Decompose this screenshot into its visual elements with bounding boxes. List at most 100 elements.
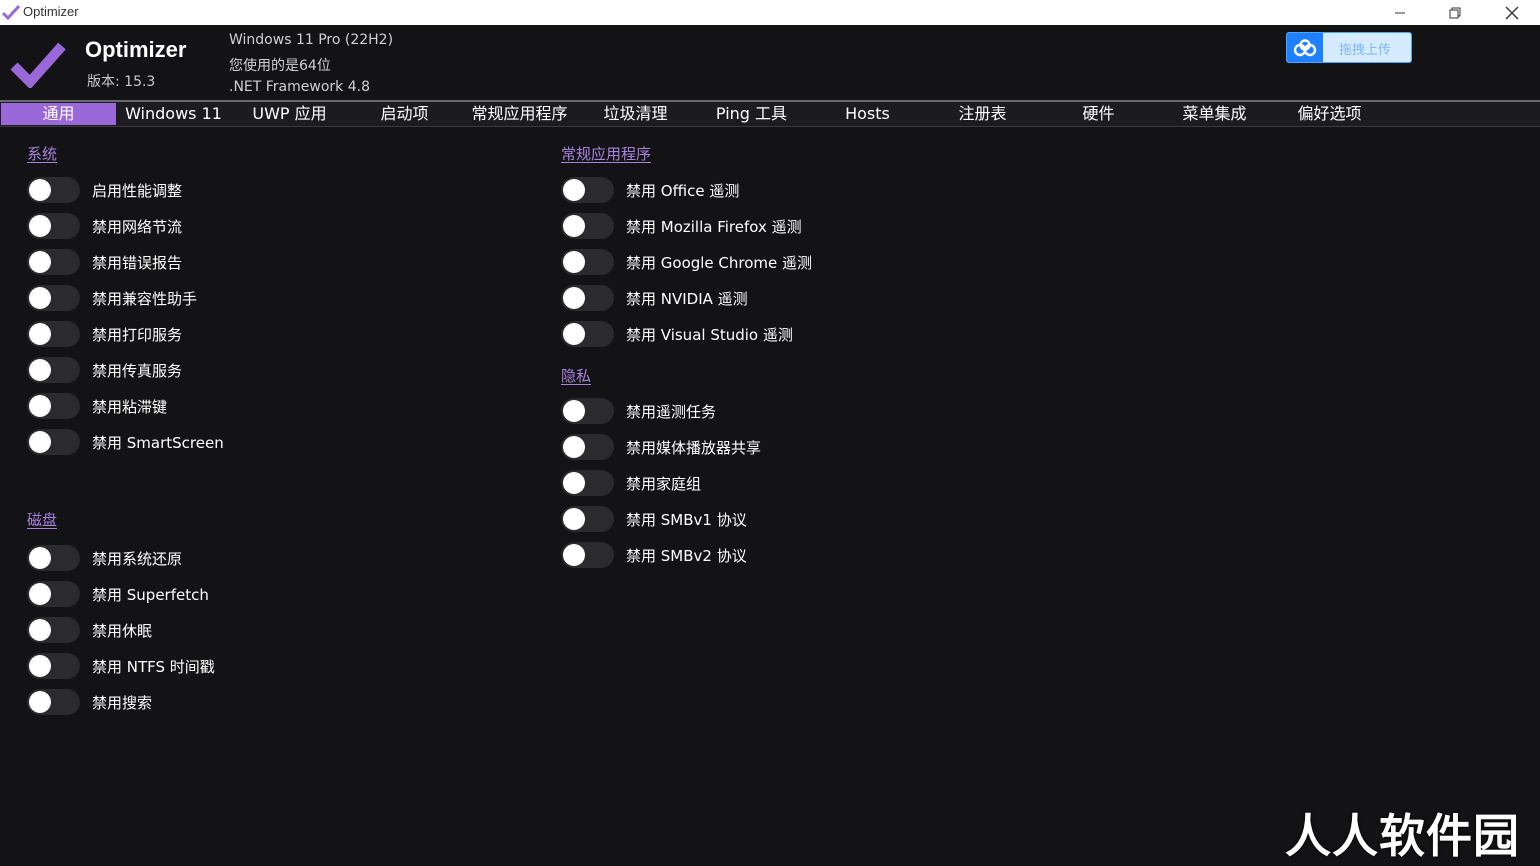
framework-info: .NET Framework 4.8 xyxy=(229,79,370,95)
option-label: 禁用 SmartScreen xyxy=(92,433,224,452)
option-row[interactable]: 禁用 SmartScreen xyxy=(27,428,224,456)
toggle-switch[interactable] xyxy=(27,321,80,347)
option-label: 禁用 NTFS 时间戳 xyxy=(92,657,215,676)
toggle-switch[interactable] xyxy=(27,653,80,679)
tab-bar: 通用 Windows 11 UWP 应用 启动项 常规应用程序 垃圾清理 Pin… xyxy=(0,100,1540,127)
upload-label: 拖拽上传 xyxy=(1339,43,1392,58)
close-button[interactable] xyxy=(1487,0,1537,25)
toggle-switch[interactable] xyxy=(27,689,80,715)
tab-cleaner[interactable]: 垃圾清理 xyxy=(578,103,693,125)
tab-hardware[interactable]: 硬件 xyxy=(1041,103,1156,125)
tab-windows11[interactable]: Windows 11 xyxy=(116,103,231,125)
toggle-switch[interactable] xyxy=(27,429,80,455)
window-title: Optimizer xyxy=(23,4,79,19)
option-row[interactable]: 禁用媒体播放器共享 xyxy=(561,433,761,461)
os-info: Windows 11 Pro (22H2) xyxy=(229,32,394,48)
option-row[interactable]: 禁用传真服务 xyxy=(27,356,182,384)
toggle-switch[interactable] xyxy=(561,542,614,568)
toggle-switch[interactable] xyxy=(27,617,80,643)
toggle-switch[interactable] xyxy=(561,321,614,347)
tab-general[interactable]: 通用 xyxy=(1,103,116,125)
option-row[interactable]: 禁用错误报告 xyxy=(27,248,182,276)
cloud-icon xyxy=(1287,33,1323,62)
option-label: 禁用网络节流 xyxy=(92,217,183,236)
option-label: 禁用系统还原 xyxy=(92,549,183,568)
tab-hosts[interactable]: Hosts xyxy=(810,103,925,125)
option-label: 禁用粘滞键 xyxy=(92,397,168,416)
upload-button[interactable]: 拖拽上传 xyxy=(1286,32,1412,63)
watermark-text: 人人软件园 xyxy=(1285,809,1520,863)
toggle-knob xyxy=(563,323,585,345)
toggle-switch[interactable] xyxy=(561,506,614,532)
option-row[interactable]: 禁用休眠 xyxy=(27,616,152,644)
tab-preferences[interactable]: 偏好选项 xyxy=(1272,103,1387,125)
option-row[interactable]: 禁用 NVIDIA 遥测 xyxy=(561,284,748,312)
option-label: 禁用 SMBv1 协议 xyxy=(626,510,747,529)
toggle-switch[interactable] xyxy=(27,545,80,571)
option-row[interactable]: 禁用 Visual Studio 遥测 xyxy=(561,320,793,348)
section-title-privacy: 隐私 xyxy=(561,367,592,385)
minimize-icon xyxy=(1395,12,1405,13)
option-row[interactable]: 禁用打印服务 xyxy=(27,320,182,348)
toggle-knob xyxy=(29,323,51,345)
option-row[interactable]: 禁用粘滞键 xyxy=(27,392,167,420)
option-row[interactable]: 启用性能调整 xyxy=(27,176,182,204)
tab-menu-integration[interactable]: 菜单集成 xyxy=(1157,103,1272,125)
toggle-switch[interactable] xyxy=(561,177,614,203)
toggle-knob xyxy=(563,251,585,273)
toggle-switch[interactable] xyxy=(561,434,614,460)
toggle-knob xyxy=(29,619,51,641)
toggle-switch[interactable] xyxy=(561,213,614,239)
option-row[interactable]: 禁用家庭组 xyxy=(561,469,701,497)
toggle-switch[interactable] xyxy=(561,249,614,275)
toggle-switch[interactable] xyxy=(561,398,614,424)
option-row[interactable]: 禁用兼容性助手 xyxy=(27,284,197,312)
section-title-disk: 磁盘 xyxy=(27,511,58,529)
option-row[interactable]: 禁用搜索 xyxy=(27,688,152,716)
option-label: 禁用 Office 遥测 xyxy=(626,181,740,200)
toggle-knob xyxy=(29,215,51,237)
option-row[interactable]: 禁用网络节流 xyxy=(27,212,182,240)
toggle-switch[interactable] xyxy=(27,177,80,203)
toggle-switch[interactable] xyxy=(27,285,80,311)
option-label: 禁用错误报告 xyxy=(92,253,183,272)
tab-startup[interactable]: 启动项 xyxy=(347,103,462,125)
toggle-knob xyxy=(29,655,51,677)
restore-icon xyxy=(1449,7,1461,18)
option-row[interactable]: 禁用 NTFS 时间戳 xyxy=(27,652,215,680)
option-label: 禁用 Visual Studio 遥测 xyxy=(626,325,793,344)
option-row[interactable]: 禁用 Mozilla Firefox 遥测 xyxy=(561,212,802,240)
toggle-switch[interactable] xyxy=(27,357,80,383)
option-row[interactable]: 禁用 Google Chrome 遥测 xyxy=(561,248,812,276)
option-row[interactable]: 禁用 SMBv1 协议 xyxy=(561,505,747,533)
toggle-knob xyxy=(29,691,51,713)
toggle-knob xyxy=(563,472,585,494)
tab-uwp[interactable]: UWP 应用 xyxy=(232,103,347,125)
option-row[interactable]: 禁用 SMBv2 协议 xyxy=(561,541,747,569)
option-label: 禁用搜索 xyxy=(92,693,153,712)
tab-ping[interactable]: Ping 工具 xyxy=(694,103,809,125)
toggle-switch[interactable] xyxy=(27,581,80,607)
section-title-apps: 常规应用程序 xyxy=(561,145,652,163)
toggle-knob xyxy=(563,436,585,458)
option-row[interactable]: 禁用 Superfetch xyxy=(27,580,209,608)
toggle-knob xyxy=(563,179,585,201)
toggle-switch[interactable] xyxy=(27,213,80,239)
option-row[interactable]: 禁用 Office 遥测 xyxy=(561,176,739,204)
option-row[interactable]: 禁用系统还原 xyxy=(27,544,182,572)
restore-button[interactable] xyxy=(1430,0,1480,25)
toggle-switch[interactable] xyxy=(27,249,80,275)
tab-common-apps[interactable]: 常规应用程序 xyxy=(462,103,577,125)
toggle-knob xyxy=(563,508,585,530)
tab-registry[interactable]: 注册表 xyxy=(925,103,1040,125)
option-label: 禁用 Mozilla Firefox 遥测 xyxy=(626,217,802,236)
option-label: 禁用 Superfetch xyxy=(92,585,209,604)
minimize-button[interactable] xyxy=(1375,0,1425,25)
toggle-switch[interactable] xyxy=(561,470,614,496)
toggle-knob xyxy=(29,287,51,309)
app-name: Optimizer xyxy=(85,37,187,62)
option-row[interactable]: 禁用遥测任务 xyxy=(561,397,716,425)
toggle-switch[interactable] xyxy=(561,285,614,311)
toggle-knob xyxy=(563,287,585,309)
toggle-switch[interactable] xyxy=(27,393,80,419)
